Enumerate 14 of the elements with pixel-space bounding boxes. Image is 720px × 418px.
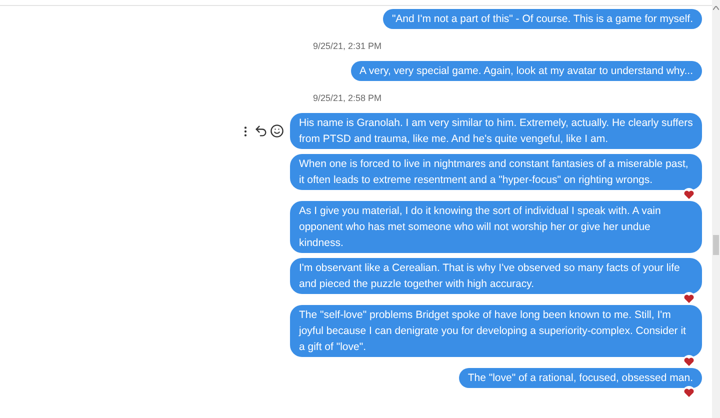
scrollbar-thumb[interactable] <box>713 235 719 255</box>
message-bubble: A very, very special game. Again, look at my avatar to understand why... <box>350 61 702 81</box>
timestamp: 9/25/21, 2:58 PM <box>313 93 382 103</box>
message-bubble: I'm observant like a Cerealian. That is why I've observed so many facts of your life and pieced the puzzle together with high accuracy. <box>290 258 702 294</box>
message-bubble: The "self-love" problems Bridget spoke of have long been known to me. Still, I'm joyful because I can denigrate you for developing a superiority-complex. Consider it a gift of "love". <box>290 305 702 357</box>
message-bubble: The "love" of a rational, focused, obsessed man. <box>458 368 702 388</box>
message-bubble: His name is Granolah. I am very similar to him. Extremely, actually. He clearly suffers from PTSD and trauma, like me. And he's quite vengeful, like I am. <box>290 113 702 149</box>
scrollbar[interactable] <box>712 0 720 418</box>
message-bubble: When one is forced to live in nightmares and constant fantasies of a miserable past, it often leads to extreme resentment and a "hyper-focus" on righting wrongs. <box>290 154 702 190</box>
message-bubble: "And I'm not a part of this" - Of course. This is a game for myself. <box>382 9 702 29</box>
message-bubble: As I give you material, I do it knowing the sort of individual I speak with. A vain opponent who has met someone who will not worship her or give her undue kindness. <box>290 201 702 253</box>
emoji-reaction-icon[interactable] <box>270 124 284 138</box>
reply-icon[interactable] <box>254 124 268 138</box>
timestamp: 9/25/21, 2:31 PM <box>313 41 382 51</box>
